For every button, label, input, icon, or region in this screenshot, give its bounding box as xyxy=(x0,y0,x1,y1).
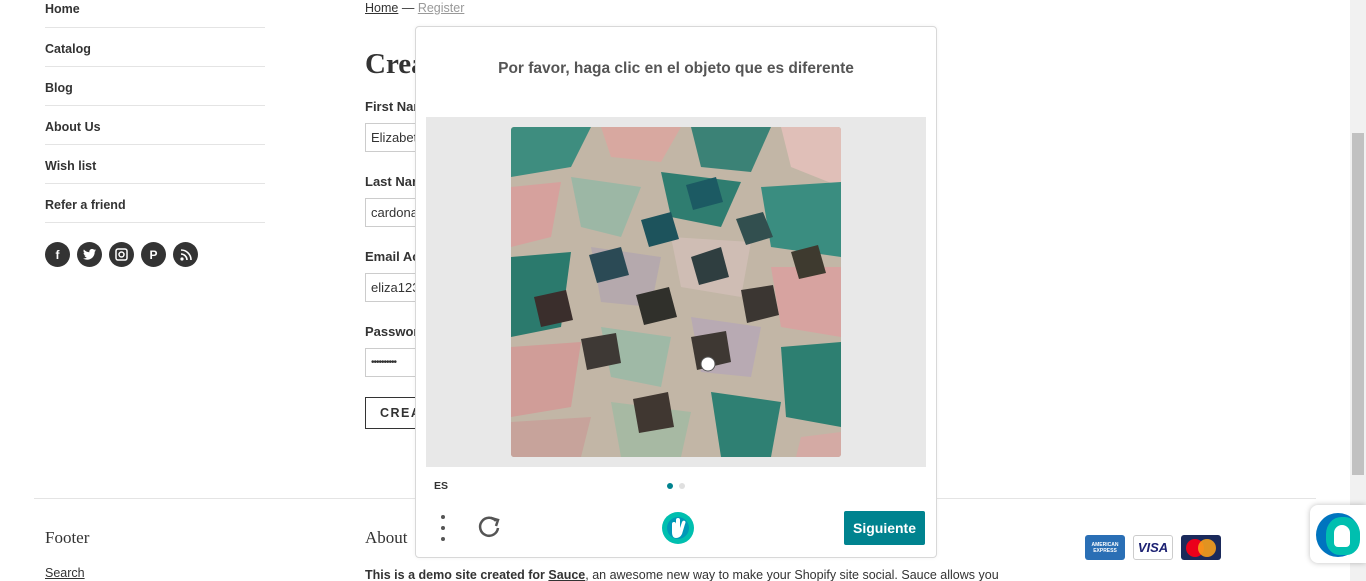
progress-dot-active xyxy=(667,483,673,489)
sidebar-item-catalog[interactable]: Catalog xyxy=(45,28,265,67)
sidebar-item-blog[interactable]: Blog xyxy=(45,67,265,106)
sidebar-item-refer-a-friend[interactable]: Refer a friend xyxy=(45,184,265,223)
pinterest-icon[interactable]: P xyxy=(141,242,166,267)
facebook-icon[interactable]: f xyxy=(45,242,70,267)
footer-title: Footer xyxy=(45,528,90,547)
email-label: Email Ac xyxy=(365,249,420,264)
rss-icon[interactable] xyxy=(173,242,198,267)
scrollbar-thumb[interactable] xyxy=(1352,133,1364,475)
hcaptcha-logo-icon xyxy=(660,510,696,546)
sidebar-item-about-us[interactable]: About Us xyxy=(45,106,265,145)
progress-dot xyxy=(679,483,685,489)
page-scrollbar[interactable] xyxy=(1350,0,1366,581)
hcaptcha-hand-shape xyxy=(1334,525,1350,547)
language-selector[interactable]: ES xyxy=(434,480,448,492)
sidebar-item-wish-list[interactable]: Wish list xyxy=(45,145,265,184)
mastercard-card-icon xyxy=(1181,535,1221,560)
twitter-icon[interactable] xyxy=(77,242,102,267)
challenge-progress-dots xyxy=(667,483,685,489)
footer-about-text: This is a demo site created for Sauce, a… xyxy=(365,568,999,581)
captcha-challenge: Por favor, haga clic en el objeto que es… xyxy=(415,26,937,558)
sidebar-item-label: Wish list xyxy=(45,159,97,173)
more-options-icon[interactable] xyxy=(438,515,448,541)
visa-card-icon: VISA xyxy=(1133,535,1173,560)
captcha-challenge-image[interactable] xyxy=(511,127,841,457)
refresh-icon[interactable] xyxy=(474,512,504,542)
breadcrumb: Home — Register xyxy=(365,1,464,15)
password-label: Passwor xyxy=(365,324,419,339)
sidebar-item-home[interactable]: Home xyxy=(45,0,265,28)
about-text-prefix: This is a demo site created for xyxy=(365,568,549,581)
instagram-icon[interactable] xyxy=(109,242,134,267)
sidebar-item-label: About Us xyxy=(45,120,101,134)
mastercard-logo xyxy=(1186,538,1216,557)
footer-about-title: About xyxy=(365,528,408,547)
hcaptcha-badge[interactable] xyxy=(1310,505,1366,563)
sidebar-item-label: Blog xyxy=(45,81,73,95)
amex-card-icon: AMERICAN EXPRESS xyxy=(1085,535,1125,560)
breadcrumb-current-link[interactable]: Register xyxy=(418,1,465,15)
breadcrumb-separator: — xyxy=(401,1,415,15)
payment-cards: AMERICAN EXPRESS VISA xyxy=(1085,535,1221,560)
sidebar-nav: Home Catalog Blog About Us Wish list Ref… xyxy=(45,0,265,267)
captcha-task-area xyxy=(426,117,926,467)
next-button[interactable]: Siguiente xyxy=(844,511,925,545)
social-links: f P xyxy=(45,242,198,267)
last-name-label: Last Nar xyxy=(365,174,418,189)
sidebar-item-label: Home xyxy=(45,2,80,16)
sidebar-item-label: Catalog xyxy=(45,42,91,56)
about-text-link[interactable]: Sauce xyxy=(548,568,585,581)
sidebar-item-label: Refer a friend xyxy=(45,198,126,212)
first-name-label: First Nar xyxy=(365,99,419,114)
about-text-suffix: , an awesome new way to make your Shopif… xyxy=(585,568,999,581)
captcha-prompt: Por favor, haga clic en el objeto que es… xyxy=(498,60,854,77)
breadcrumb-home-link[interactable]: Home xyxy=(365,1,398,15)
footer-search-link[interactable]: Search xyxy=(45,566,85,580)
